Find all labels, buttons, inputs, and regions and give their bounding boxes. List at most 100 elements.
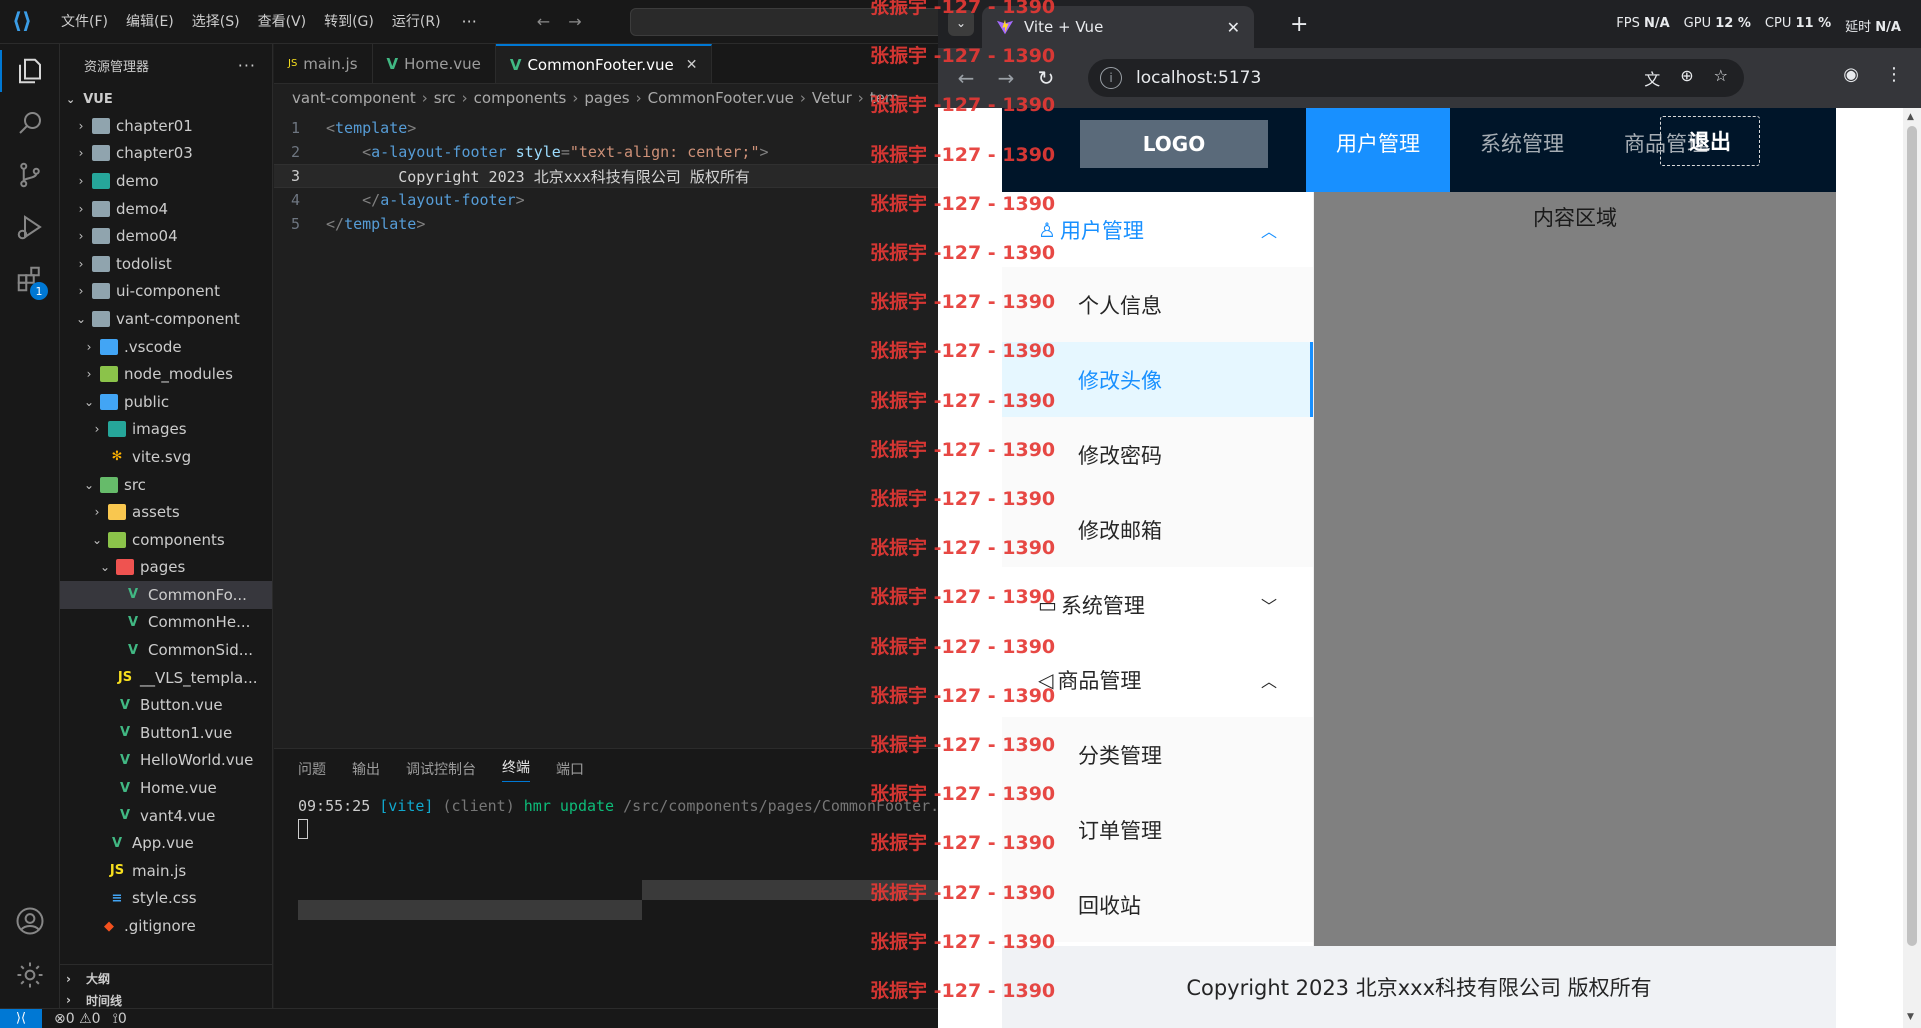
menu-item[interactable]: 查看(V) <box>249 0 316 44</box>
breadcrumb-item[interactable]: vant-component <box>292 89 416 107</box>
panel-tab[interactable]: 问题 <box>298 759 326 779</box>
reload-icon[interactable]: ↻ <box>1026 66 1066 90</box>
code-line[interactable]: 1 < template > <box>274 116 938 140</box>
browser-tab[interactable]: Vite + Vue ✕ <box>982 6 1254 48</box>
tab-close-icon[interactable]: ✕ <box>686 57 698 73</box>
menu-item[interactable]: 转到(G) <box>315 0 383 44</box>
menu-item[interactable]: 运行(R) <box>383 0 450 44</box>
menu-item[interactable]: 修改密码 <box>1002 417 1313 492</box>
breadcrumb-item[interactable]: CommonFooter.vue <box>648 89 794 107</box>
profile-icon[interactable]: ◉ <box>1843 64 1859 85</box>
menu-item[interactable]: 修改邮箱 <box>1002 492 1313 567</box>
panel-tab[interactable]: 输出 <box>352 759 380 779</box>
folder-item[interactable]: › .vscode <box>60 333 272 361</box>
file-item[interactable]: V App.vue <box>60 829 272 857</box>
editor-tab[interactable]: V CommonFooter.vue ✕ <box>495 44 713 83</box>
folder-item[interactable]: › images <box>60 416 272 444</box>
zoom-icon[interactable]: ⊕ <box>1680 66 1693 90</box>
command-center-search[interactable] <box>630 8 938 36</box>
code-line[interactable]: 2 < a-layout-footer style = "text-align: ce… <box>274 140 938 164</box>
code-editor[interactable]: 1 < template >2 < a-layout-footer style = "tex… <box>274 112 938 236</box>
folder-item[interactable]: › chapter01 <box>60 112 272 140</box>
explorer-more-icon[interactable]: ··· <box>238 56 256 75</box>
folder-item[interactable]: › ui-component <box>60 278 272 306</box>
menu-more-icon[interactable]: ··· <box>450 12 489 31</box>
account-icon[interactable] <box>0 894 60 948</box>
terminal-cursor[interactable] <box>298 819 308 839</box>
breadcrumb-item[interactable]: pages <box>584 89 629 107</box>
tab-close-icon[interactable]: ✕ <box>1227 18 1240 37</box>
menu-item[interactable]: 选择(S) <box>183 0 249 44</box>
tab-search-chevron-icon[interactable]: ⌄ <box>948 10 974 36</box>
folder-item[interactable]: › todolist <box>60 250 272 278</box>
menu-item[interactable]: 回收站 <box>1002 867 1313 942</box>
panel-tab[interactable]: 端口 <box>556 759 584 779</box>
extensions-icon[interactable]: 1 <box>0 252 60 306</box>
file-item[interactable]: Vvant4.vue <box>60 802 272 830</box>
timeline-section[interactable]: › 时间线 <box>60 992 273 1008</box>
file-item[interactable]: JS __VLS_templa... <box>60 664 272 692</box>
menu-item[interactable]: 分类管理 <box>1002 717 1313 792</box>
forward-arrow-icon[interactable]: → <box>568 12 581 31</box>
file-item[interactable]: V Home.vue <box>60 774 272 802</box>
folder-item[interactable]: ⌄ vant-component <box>60 305 272 333</box>
folder-item[interactable]: › chapter03 <box>60 140 272 168</box>
bookmark-star-icon[interactable]: ☆ <box>1714 66 1728 90</box>
file-item[interactable]: V CommonHe... <box>60 609 272 637</box>
file-item[interactable]: V CommonFo... <box>60 581 272 609</box>
folder-item[interactable]: › demo <box>60 167 272 195</box>
scroll-down-icon[interactable]: ▼ <box>1907 1012 1914 1022</box>
back-arrow-icon[interactable]: ← <box>537 12 550 31</box>
code-line[interactable]: 4 </a-layout-footer > <box>274 188 938 212</box>
breadcrumb-item[interactable]: src <box>434 89 456 107</box>
logout-button[interactable]: 退出 <box>1660 116 1760 166</box>
folder-item[interactable]: › assets <box>60 498 272 526</box>
ports-status[interactable]: ⟟0 <box>113 1011 127 1027</box>
folder-item[interactable]: ⌄ components <box>60 526 272 554</box>
explorer-icon[interactable] <box>0 44 60 98</box>
new-tab-icon[interactable]: + <box>1290 12 1308 37</box>
file-item[interactable]: V CommonSid... <box>60 636 272 664</box>
file-item[interactable]: V Button1.vue <box>60 719 272 747</box>
menu-item[interactable]: 订单管理 <box>1002 792 1313 867</box>
scroll-up-icon[interactable]: ▲ <box>1907 112 1914 122</box>
file-item[interactable]: V HelloWorld.vue <box>60 747 272 775</box>
menu-item[interactable]: 编辑(E) <box>117 0 183 44</box>
top-nav-item[interactable]: 用户管理 <box>1306 108 1450 192</box>
menu-item[interactable]: 文件(F) <box>52 0 117 44</box>
menu-item[interactable]: 修改头像 <box>1002 342 1313 417</box>
remote-indicator-icon[interactable]: ⟩⟨ <box>0 1008 42 1028</box>
run-debug-icon[interactable] <box>0 200 60 254</box>
breadcrumb-item[interactable]: components <box>474 89 567 107</box>
editor-tab[interactable]: JS main.js <box>274 44 373 83</box>
file-item[interactable]: ✻ vite.svg <box>60 443 272 471</box>
code-line[interactable]: 5 </template > <box>274 212 938 236</box>
top-nav-item[interactable]: 系统管理 <box>1450 108 1594 192</box>
chrome-menu-icon[interactable]: ⋮ <box>1885 64 1903 85</box>
translate-icon[interactable]: 文 <box>1644 66 1660 90</box>
panel-tab[interactable]: 终端 <box>502 757 530 782</box>
outline-section[interactable]: › 大纲 <box>60 964 273 992</box>
breadcrumb-item[interactable]: Vetur <box>812 89 852 107</box>
source-control-icon[interactable] <box>0 148 60 202</box>
forward-icon[interactable]: → <box>986 66 1026 90</box>
page-scrollbar[interactable]: ▲ ▼ <box>1903 108 1921 1028</box>
file-item[interactable]: ◆ .gitignore <box>60 912 272 940</box>
folder-item[interactable]: › node_modules <box>60 360 272 388</box>
address-bar[interactable]: i localhost:5173 文 ⊕ ☆ <box>1088 59 1744 97</box>
file-item[interactable]: ≡ style.css <box>60 885 272 913</box>
scroll-thumb[interactable] <box>1907 126 1917 946</box>
back-icon[interactable]: ← <box>946 66 986 90</box>
panel-tab[interactable]: 调试控制台 <box>406 759 476 779</box>
submenu-title[interactable]: ◁ 商品管理 ︿ <box>1002 642 1313 717</box>
menu-item[interactable]: 个人信息 <box>1002 267 1313 342</box>
submenu-title[interactable]: ▭ 系统管理 ﹀ <box>1002 567 1313 642</box>
settings-gear-icon[interactable] <box>0 948 60 1002</box>
code-line[interactable]: 3 Copyright 2023 北京xxx科技有限公司 版权所有 <box>274 164 938 188</box>
submenu-title[interactable]: ♙ 用户管理 ︿ <box>1002 192 1313 267</box>
site-info-icon[interactable]: i <box>1100 67 1122 89</box>
editor-tab[interactable]: V Home.vue <box>373 44 496 83</box>
folder-item[interactable]: › demo4 <box>60 195 272 223</box>
folder-item[interactable]: › demo04 <box>60 222 272 250</box>
file-item[interactable]: JS main.js <box>60 857 272 885</box>
